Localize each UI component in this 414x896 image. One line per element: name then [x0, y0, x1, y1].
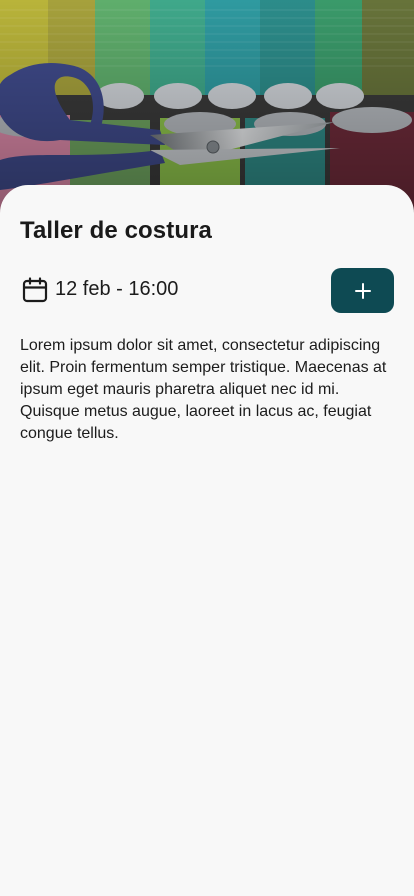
plus-icon — [354, 282, 371, 299]
hero-image — [0, 0, 414, 215]
event-date-row: 12 feb - 16:00 — [20, 267, 394, 313]
add-event-button[interactable] — [331, 268, 394, 313]
calendar-icon — [22, 277, 48, 303]
event-title: Taller de costura — [20, 217, 212, 244]
event-detail-card: Taller de costura 12 feb - 16:00 Lorem i… — [0, 185, 414, 896]
event-datetime: 12 feb - 16:00 — [55, 278, 179, 300]
event-detail-screen: Taller de costura 12 feb - 16:00 Lorem i… — [0, 0, 414, 896]
event-description: Lorem ipsum dolor sit amet, consectetur … — [20, 337, 387, 442]
